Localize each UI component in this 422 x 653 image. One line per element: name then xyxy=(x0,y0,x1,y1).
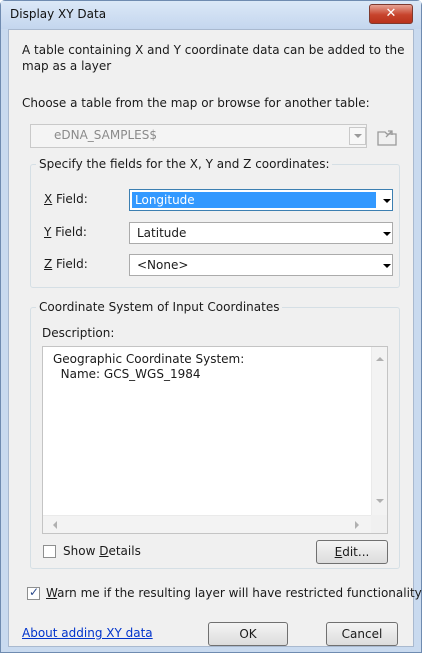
close-button[interactable]: ✕ xyxy=(369,4,413,24)
scrollbar-corner xyxy=(371,515,387,533)
z-field-combobox[interactable]: <None> xyxy=(129,254,393,276)
folder-open-icon xyxy=(377,130,397,146)
table-prompt: Choose a table from the map or browse fo… xyxy=(22,96,370,110)
description-textarea[interactable]: Geographic Coordinate System: Name: GCS_… xyxy=(42,346,388,534)
show-details-label[interactable]: Show Details xyxy=(63,544,141,558)
x-field-combobox[interactable]: Longitude xyxy=(129,189,393,211)
cancel-button[interactable]: Cancel xyxy=(326,622,398,646)
description-line1: Geographic Coordinate System: xyxy=(53,352,245,366)
checkmark-icon: ✓ xyxy=(29,585,40,599)
close-icon: ✕ xyxy=(385,6,397,21)
ok-button[interactable]: OK xyxy=(208,622,288,646)
coordinate-system-legend: Coordinate System of Input Coordinates xyxy=(36,300,283,314)
browse-table-button[interactable] xyxy=(375,124,399,148)
about-xy-data-link[interactable]: About adding XY data xyxy=(22,626,153,640)
dialog-body: A table containing X and Y coordinate da… xyxy=(8,29,422,647)
scroll-down-icon[interactable] xyxy=(376,499,384,503)
dialog-window: Display XY Data ✕ A table containing X a… xyxy=(0,0,422,653)
show-details-checkbox[interactable] xyxy=(43,545,56,558)
warn-label[interactable]: Warn me if the resulting layer will have… xyxy=(46,586,422,600)
title-bar[interactable]: Display XY Data ✕ xyxy=(1,1,421,29)
description-label: Description: xyxy=(42,326,115,340)
chevron-down-icon xyxy=(383,264,391,268)
x-field-value: Longitude xyxy=(132,192,376,208)
description-line2: Name: GCS_WGS_1984 xyxy=(53,367,201,381)
intro-text-line2: map as a layer xyxy=(22,59,112,73)
table-combobox[interactable]: eDNA_SAMPLES$ xyxy=(30,124,367,148)
scroll-left-icon[interactable] xyxy=(53,521,57,529)
scroll-up-icon[interactable] xyxy=(376,357,384,361)
intro-text-line1: A table containing X and Y coordinate da… xyxy=(22,43,405,57)
y-field-label: Y Field: xyxy=(44,225,87,239)
y-field-value: Latitude xyxy=(137,226,187,240)
table-dropdown-button[interactable] xyxy=(349,127,366,145)
chevron-down-icon xyxy=(383,199,391,203)
table-combobox-value: eDNA_SAMPLES$ xyxy=(54,128,157,142)
scroll-right-icon[interactable] xyxy=(355,521,359,529)
warn-checkbox[interactable]: ✓ xyxy=(27,585,40,600)
horizontal-scrollbar[interactable] xyxy=(43,515,371,533)
chevron-down-icon xyxy=(354,134,362,138)
z-field-value: <None> xyxy=(137,258,189,272)
y-field-combobox[interactable]: Latitude xyxy=(129,222,393,244)
vertical-scrollbar[interactable] xyxy=(371,347,387,515)
z-field-label: Z Field: xyxy=(44,257,88,271)
edit-button[interactable]: Edit... xyxy=(316,540,388,564)
chevron-down-icon xyxy=(383,232,391,236)
dialog-title: Display XY Data xyxy=(10,7,107,21)
x-field-label: X Field: xyxy=(44,192,88,206)
fields-groupbox-legend: Specify the fields for the X, Y and Z co… xyxy=(36,157,333,171)
